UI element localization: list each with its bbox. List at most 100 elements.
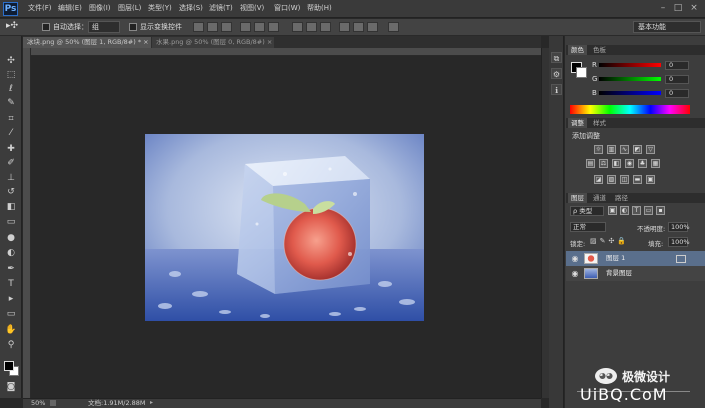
eye-icon[interactable]: ◉: [570, 269, 580, 279]
pen-icon[interactable]: ✒: [5, 263, 17, 275]
document-tab-active[interactable]: 冰块.png @ 50% (图层 1, RGB/8#) * ×: [23, 37, 151, 48]
green-slider[interactable]: [599, 77, 661, 81]
properties-panel-icon[interactable]: ⚙: [551, 68, 562, 79]
align-vcenter-icon[interactable]: [207, 22, 218, 32]
menu-file[interactable]: 文件(F): [28, 3, 52, 13]
eyedropper-icon[interactable]: ⁄: [5, 127, 17, 139]
menu-type[interactable]: 类型(Y): [148, 3, 172, 13]
gradient-map-icon[interactable]: ▬: [633, 175, 642, 184]
layer-filter-dropdown[interactable]: ρ 类型: [570, 206, 604, 216]
document-tab-inactive[interactable]: 水果.png @ 50% (图层 0, RGB/8#) ×: [152, 37, 274, 48]
vertical-scrollbar[interactable]: [541, 48, 549, 398]
red-slider[interactable]: [599, 63, 661, 67]
distribute-vcenter-icon[interactable]: [306, 22, 317, 32]
path-select-icon[interactable]: ▸: [5, 293, 17, 305]
align-hcenter-icon[interactable]: [254, 22, 265, 32]
tab-close-icon[interactable]: ×: [143, 38, 148, 46]
color-lookup-icon[interactable]: ▦: [651, 159, 660, 168]
distribute-bottom-icon[interactable]: [320, 22, 331, 32]
vibrance-icon[interactable]: ▽: [646, 145, 655, 154]
curves-icon[interactable]: ∿: [620, 145, 629, 154]
blend-mode-dropdown[interactable]: 正常: [570, 222, 606, 232]
red-value[interactable]: 0: [665, 61, 689, 70]
document-canvas[interactable]: [145, 134, 424, 321]
lasso-icon[interactable]: ℓ: [5, 83, 17, 95]
status-arrow-icon[interactable]: ▸: [150, 400, 155, 406]
close-button[interactable]: ×: [688, 3, 700, 14]
channel-mixer-icon[interactable]: ♣: [638, 159, 647, 168]
tab-swatches[interactable]: 色板: [590, 45, 609, 55]
quick-select-icon[interactable]: ✎: [5, 97, 17, 109]
clone-stamp-icon[interactable]: ⊥: [5, 172, 17, 184]
info-panel-icon[interactable]: ℹ: [551, 84, 562, 95]
tab-channels[interactable]: 通道: [590, 193, 609, 203]
tab-adjustments[interactable]: 调整: [568, 118, 587, 128]
healing-brush-icon[interactable]: ✚: [5, 143, 17, 155]
menu-image[interactable]: 图像(I): [89, 3, 111, 13]
crop-icon[interactable]: ⌗: [5, 113, 17, 125]
menu-help[interactable]: 帮助(H): [307, 3, 332, 13]
layer-name[interactable]: 背景图层: [606, 266, 632, 281]
filter-pixel-icon[interactable]: ▣: [608, 206, 617, 215]
blur-icon[interactable]: ●: [5, 232, 17, 244]
menu-select[interactable]: 选择(S): [179, 3, 203, 13]
tab-styles[interactable]: 样式: [590, 118, 609, 128]
black-white-icon[interactable]: ◧: [612, 159, 621, 168]
zoom-level[interactable]: 50%: [31, 398, 45, 408]
exposure-icon[interactable]: ◩: [633, 145, 642, 154]
menu-view[interactable]: 视图(V): [240, 3, 264, 13]
type-icon[interactable]: T: [5, 278, 17, 290]
posterize-icon[interactable]: ▨: [607, 175, 616, 184]
blue-slider[interactable]: [599, 91, 661, 95]
auto-select-checkbox[interactable]: [42, 23, 50, 31]
distribute-left-icon[interactable]: [339, 22, 350, 32]
tab-layers[interactable]: 图层: [568, 193, 587, 203]
hand-icon[interactable]: ✋: [5, 324, 17, 336]
distribute-top-icon[interactable]: [292, 22, 303, 32]
tab-paths[interactable]: 路径: [612, 193, 631, 203]
history-panel-icon[interactable]: ⧉: [551, 52, 562, 63]
brush-icon[interactable]: ✐: [5, 157, 17, 169]
align-bottom-icon[interactable]: [221, 22, 232, 32]
brightness-icon[interactable]: ☼: [594, 145, 603, 154]
quick-mask-icon[interactable]: ◙: [5, 381, 17, 393]
distribute-right-icon[interactable]: [367, 22, 378, 32]
maximize-button[interactable]: □: [672, 3, 684, 14]
filter-type-icon[interactable]: T: [632, 206, 641, 215]
menu-filter[interactable]: 滤镜(T): [209, 3, 233, 13]
menu-edit[interactable]: 编辑(E): [58, 3, 82, 13]
auto-select-dropdown[interactable]: 组: [88, 21, 120, 33]
history-brush-icon[interactable]: ↺: [5, 186, 17, 198]
invert-icon[interactable]: ◪: [594, 175, 603, 184]
align-right-icon[interactable]: [268, 22, 279, 32]
color-spectrum[interactable]: [570, 105, 690, 114]
gradient-icon[interactable]: ▭: [5, 216, 17, 228]
move-icon[interactable]: ✣: [5, 55, 17, 67]
dodge-icon[interactable]: ◐: [5, 247, 17, 259]
distribute-hcenter-icon[interactable]: [353, 22, 364, 32]
color-balance-icon[interactable]: ⚖: [599, 159, 608, 168]
selective-color-icon[interactable]: ▣: [646, 175, 655, 184]
hue-saturation-icon[interactable]: ▤: [586, 159, 595, 168]
minimize-button[interactable]: –: [657, 3, 669, 14]
filter-smart-icon[interactable]: ▪: [656, 206, 665, 215]
show-transform-checkbox[interactable]: [129, 23, 137, 31]
menu-window[interactable]: 窗口(W): [274, 3, 300, 13]
zoom-icon[interactable]: ⚲: [5, 339, 17, 351]
opacity-field[interactable]: 100%: [668, 222, 690, 232]
rectangle-shape-icon[interactable]: ▭: [5, 308, 17, 320]
blue-value[interactable]: 0: [665, 89, 689, 98]
eye-icon[interactable]: ◉: [570, 254, 580, 264]
filter-shape-icon[interactable]: ▭: [644, 206, 653, 215]
foreground-color-swatch[interactable]: [4, 361, 14, 371]
filter-adjust-icon[interactable]: ◐: [620, 206, 629, 215]
move-tool-icon[interactable]: ▸✣: [6, 21, 30, 33]
lock-icons[interactable]: ▨✎✣🔒: [590, 237, 640, 246]
green-value[interactable]: 0: [665, 75, 689, 84]
menu-layer[interactable]: 图层(L): [118, 3, 141, 13]
levels-icon[interactable]: ▥: [607, 145, 616, 154]
align-top-icon[interactable]: [193, 22, 204, 32]
layer-name[interactable]: 图层 1: [606, 251, 625, 266]
threshold-icon[interactable]: ◫: [620, 175, 629, 184]
eraser-icon[interactable]: ◧: [5, 201, 17, 213]
